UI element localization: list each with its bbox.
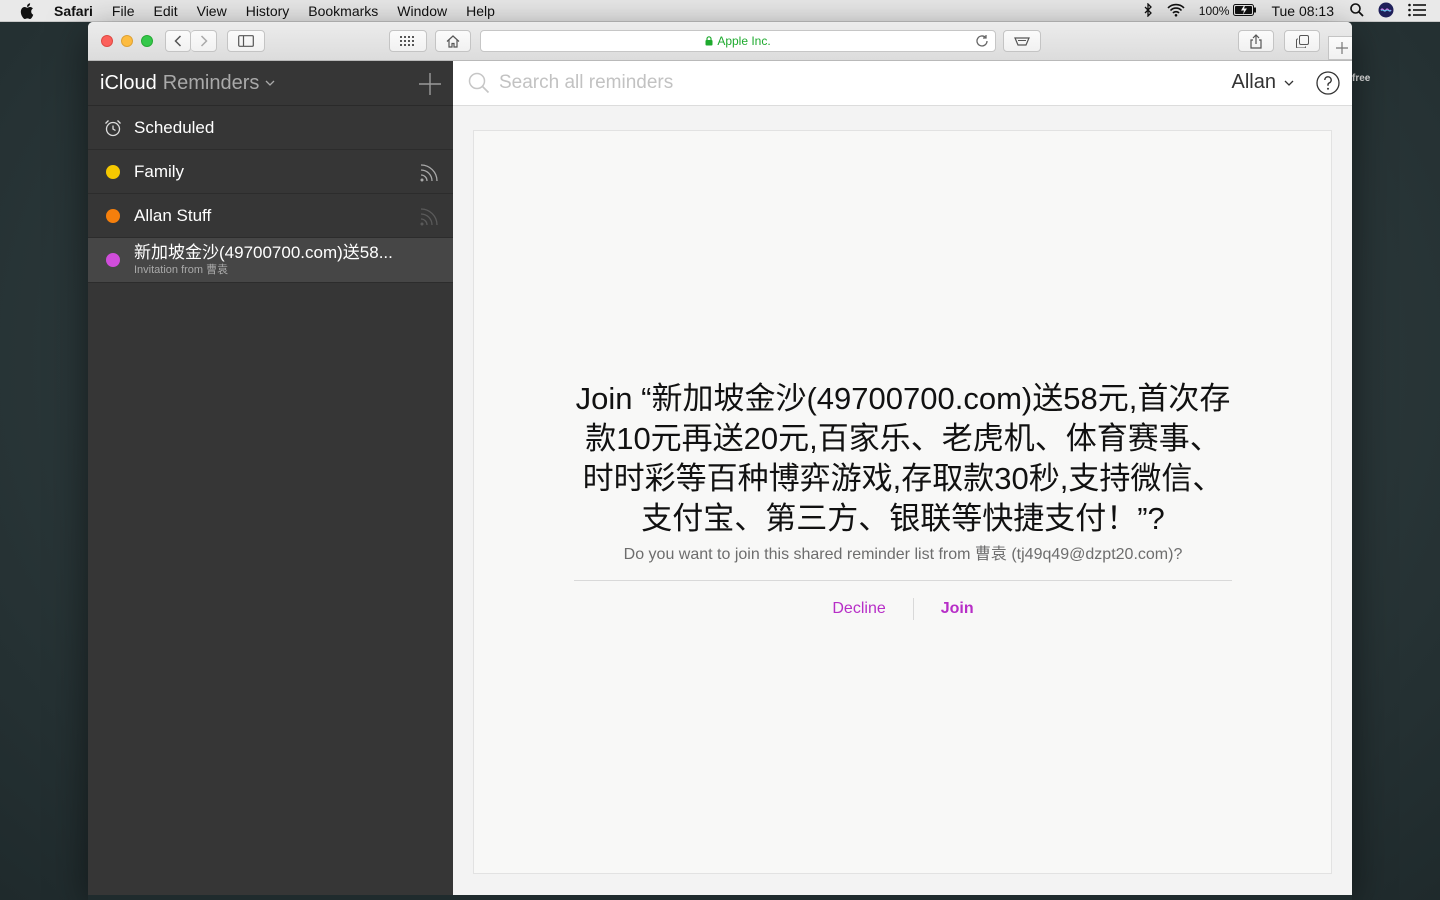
app-switcher-label[interactable]: Reminders	[163, 72, 260, 95]
invitation-dialog: Join “新加坡金沙(49700700.com)送58元,首次存款10元再送2…	[574, 379, 1232, 620]
menu-clock[interactable]: Tue 08:13	[1271, 3, 1334, 19]
window-bottom-edge	[88, 895, 1352, 900]
add-list-icon[interactable]	[419, 73, 441, 95]
wifi-icon[interactable]	[1167, 3, 1185, 20]
home-icon	[446, 34, 460, 48]
divider	[912, 598, 914, 620]
search-input[interactable]: Search all reminders	[499, 72, 673, 94]
browser-toolbar: Apple Inc.	[88, 22, 1352, 61]
chevron-right-icon	[200, 35, 208, 47]
sidebar-item-scheduled[interactable]: Scheduled	[88, 106, 453, 150]
shared-list-icon[interactable]	[419, 161, 441, 183]
new-tab-button[interactable]	[1328, 36, 1352, 60]
sidebar-item-label: Allan Stuff	[134, 205, 212, 225]
sidebar-toggle-button[interactable]	[227, 30, 265, 52]
reminders-main: Search all reminders Allan Join “新加坡金沙(4…	[453, 61, 1352, 895]
shield-icon	[1014, 37, 1030, 46]
chevron-left-icon	[174, 35, 182, 47]
address-text: Apple Inc.	[717, 34, 771, 48]
sidebar-item-label: Scheduled	[134, 117, 215, 137]
sidebar-item-label: Family	[134, 161, 185, 181]
menu-bookmarks[interactable]: Bookmarks	[308, 3, 378, 19]
divider	[574, 580, 1232, 581]
search-icon	[468, 72, 490, 94]
battery-charging-icon[interactable]	[1233, 3, 1257, 19]
sidebar-item-allan-stuff[interactable]: Allan Stuff	[88, 194, 453, 238]
invitation-from-label: Invitation from 曹袁	[134, 263, 229, 276]
invitation-actions: Decline Join	[574, 598, 1232, 620]
sidebar-icon	[238, 35, 254, 47]
safari-window: Apple Inc. iCloud Reminders Scheduled Fa…	[88, 22, 1352, 895]
menu-app-name[interactable]: Safari	[54, 3, 93, 19]
share-icon	[1250, 33, 1262, 49]
user-name: Allan	[1231, 71, 1276, 93]
sidebar-item-label: 新加坡金沙(49700700.com)送58...	[134, 243, 393, 263]
minimize-window-button[interactable]	[121, 35, 133, 47]
invitation-question: Do you want to join this shared reminder…	[623, 546, 1183, 563]
sidebar-header: iCloud Reminders	[88, 61, 453, 106]
bluetooth-icon[interactable]	[1143, 1, 1153, 20]
zoom-window-button[interactable]	[141, 35, 153, 47]
battery-percent: 100%	[1198, 4, 1230, 18]
menu-file[interactable]: File	[112, 3, 135, 19]
menu-extras: 100% Tue 08:13	[1143, 0, 1440, 22]
help-icon[interactable]	[1316, 71, 1340, 95]
back-button[interactable]	[165, 30, 191, 52]
apple-logo-icon[interactable]	[20, 2, 36, 19]
list-color-dot	[106, 253, 120, 267]
show-tabs-button[interactable]	[1284, 30, 1320, 52]
join-button[interactable]: Join	[941, 600, 974, 618]
list-color-dot	[106, 164, 120, 179]
sidebar-item-family[interactable]: Family	[88, 150, 453, 194]
address-bar[interactable]: Apple Inc.	[480, 30, 996, 52]
menu-bar: Safari File Edit View History Bookmarks …	[0, 0, 1440, 22]
list-color-dot	[106, 208, 120, 223]
invitation-card: Join “新加坡金沙(49700700.com)送58元,首次存款10元再送2…	[473, 130, 1332, 874]
spotlight-search-icon[interactable]	[1350, 2, 1364, 20]
chevron-down-icon[interactable]	[265, 80, 275, 86]
invitation-item-text: 新加坡金沙(49700700.com)送58... Invitation fro…	[134, 243, 393, 276]
menu-view[interactable]: View	[197, 3, 227, 19]
forward-button[interactable]	[191, 30, 217, 52]
invitation-title: Join “新加坡金沙(49700700.com)送58元,首次存款10元再送2…	[575, 381, 1231, 536]
home-button[interactable]	[435, 30, 471, 52]
plus-icon	[1335, 42, 1348, 54]
sidebar-item-invitation[interactable]: 新加坡金沙(49700700.com)送58... Invitation fro…	[88, 238, 453, 283]
reminders-sidebar: iCloud Reminders Scheduled Family Allan …	[88, 61, 453, 895]
grid-icon	[400, 36, 414, 46]
chevron-down-icon	[1284, 80, 1294, 86]
menu-edit[interactable]: Edit	[153, 3, 177, 19]
menu-window[interactable]: Window	[397, 3, 447, 19]
reload-icon[interactable]	[975, 34, 989, 48]
alarm-clock-icon	[105, 119, 121, 136]
close-window-button[interactable]	[101, 35, 113, 47]
share-button[interactable]	[1238, 30, 1274, 52]
notification-center-icon[interactable]	[1408, 3, 1426, 20]
top-sites-button[interactable]	[389, 30, 427, 52]
desktop-free-label: free	[1352, 73, 1371, 84]
menu-history[interactable]: History	[246, 3, 290, 19]
icloud-brand: iCloud	[100, 71, 157, 94]
lock-icon	[705, 36, 713, 46]
menu-help[interactable]: Help	[466, 3, 495, 19]
siri-icon[interactable]	[1378, 2, 1394, 21]
reading-list-button[interactable]	[1003, 30, 1041, 52]
user-menu[interactable]: Allan	[1232, 71, 1294, 94]
tabs-icon	[1295, 34, 1309, 48]
search-bar: Search all reminders Allan	[453, 61, 1352, 106]
decline-button[interactable]: Decline	[832, 600, 885, 618]
shared-list-icon[interactable]	[419, 205, 441, 227]
